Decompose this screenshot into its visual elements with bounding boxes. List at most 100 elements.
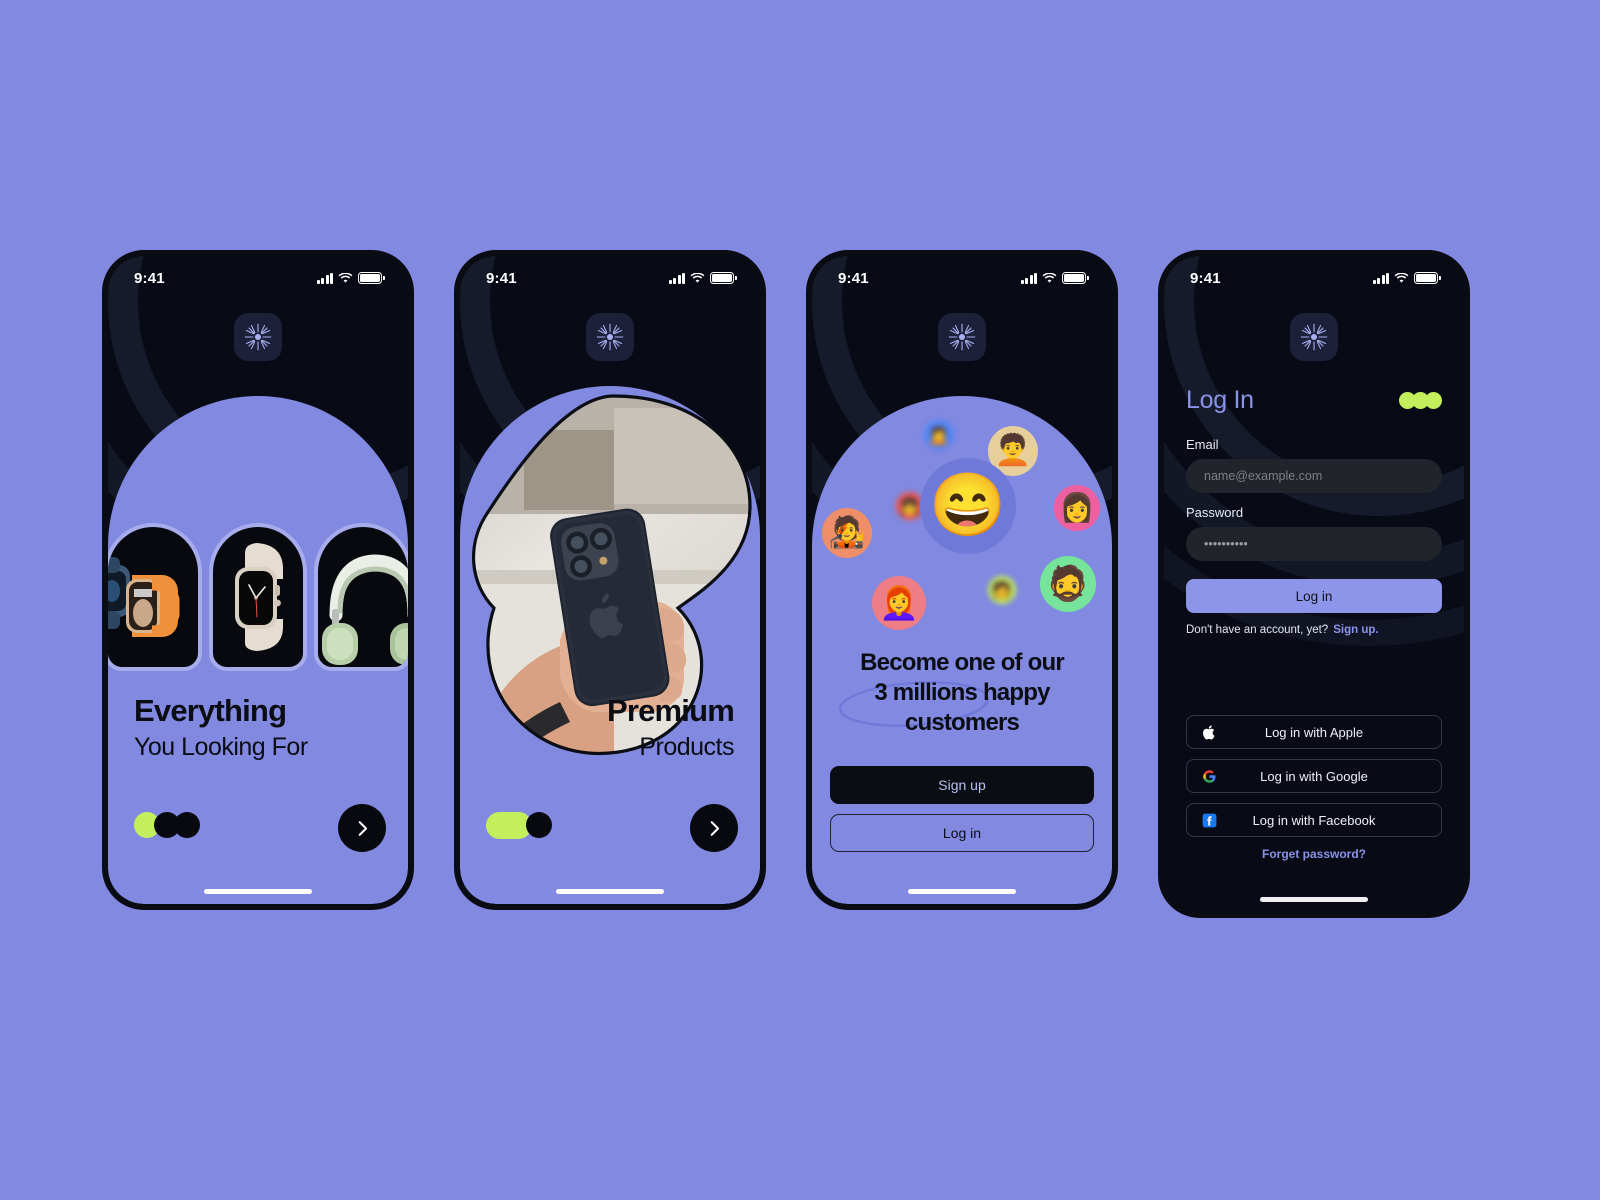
phone-onboarding-3: 9:41 bbox=[806, 250, 1118, 910]
screen-onboarding-1: 9:41 Everything You Looking For bbox=[108, 256, 408, 904]
onboarding-3-headings: Become one of our 3 millions happy custo… bbox=[838, 648, 1086, 737]
screen-login: 9:41 Log In Email name@example.com Passw… bbox=[1164, 256, 1464, 912]
page-title-line-2: 3 millions happy bbox=[874, 678, 1050, 706]
app-logo bbox=[234, 313, 282, 361]
cellular-bars-icon bbox=[1020, 272, 1037, 284]
auth-cta-group: Sign up Log in bbox=[830, 766, 1094, 852]
wifi-icon bbox=[1042, 272, 1057, 283]
avatar-top-blue: 🙍 bbox=[924, 420, 954, 450]
product-card-apple-watch-ultra-orange[interactable] bbox=[108, 523, 202, 671]
status-icons bbox=[1372, 272, 1441, 284]
battery-full-icon bbox=[1062, 272, 1089, 284]
login-with-apple-button[interactable]: Log in with Apple bbox=[1186, 715, 1442, 749]
phone-login: 9:41 Log In Email name@example.com Passw… bbox=[1158, 250, 1470, 918]
wifi-icon bbox=[690, 272, 705, 283]
avatar-left-orange: 🧑‍🎤 bbox=[822, 508, 872, 558]
log-in-button[interactable]: Log in bbox=[830, 814, 1094, 852]
battery-full-icon bbox=[358, 272, 385, 284]
cellular-bars-icon bbox=[1372, 272, 1389, 284]
login-submit-button[interactable]: Log in bbox=[1186, 579, 1442, 613]
starburst-logo-icon bbox=[596, 323, 624, 351]
avatar-small-lime: 🧑 bbox=[988, 576, 1016, 604]
chevron-right-icon bbox=[358, 820, 367, 836]
cellular-bars-icon bbox=[316, 272, 333, 284]
app-logo bbox=[586, 313, 634, 361]
home-indicator bbox=[556, 889, 664, 894]
product-card-row bbox=[108, 523, 408, 671]
pagination-dot-3[interactable] bbox=[174, 812, 200, 838]
apple-watch-ultra-image bbox=[108, 557, 180, 637]
login-form: Log In Email Password Log in Don't have … bbox=[1186, 386, 1442, 636]
phone-mockup-row: 9:41 Everything You Looking For 9:41 Pre… bbox=[102, 250, 1472, 920]
apple-watch-starlight-image bbox=[235, 543, 283, 651]
pagination-dots[interactable] bbox=[134, 810, 200, 840]
status-time: 9:41 bbox=[134, 269, 165, 287]
next-button[interactable] bbox=[690, 804, 738, 852]
home-indicator bbox=[1260, 897, 1368, 902]
screen-onboarding-2: 9:41 Premium Products bbox=[460, 256, 760, 904]
login-with-facebook-button[interactable]: Log in with Facebook bbox=[1186, 803, 1442, 837]
onboarding-2-headings: Premium Products bbox=[486, 693, 735, 762]
avatar-center: 😄 bbox=[920, 458, 1016, 554]
sign-up-button[interactable]: Sign up bbox=[830, 766, 1094, 804]
next-button[interactable] bbox=[338, 804, 386, 852]
status-bar: 9:41 bbox=[108, 256, 408, 300]
home-indicator bbox=[204, 889, 312, 894]
starburst-logo-icon bbox=[244, 323, 272, 351]
app-logo bbox=[938, 313, 986, 361]
product-card-apple-watch-starlight[interactable] bbox=[209, 523, 307, 671]
page-title: Everything bbox=[134, 693, 287, 728]
green-dots-decoration bbox=[1399, 392, 1442, 409]
status-time: 9:41 bbox=[486, 269, 517, 287]
login-header-row: Log In bbox=[1186, 386, 1442, 415]
status-time: 9:41 bbox=[1190, 269, 1221, 287]
battery-full-icon bbox=[710, 272, 737, 284]
chevron-right-icon bbox=[710, 820, 719, 836]
airpods-max-image bbox=[322, 554, 408, 665]
signup-prompt-text: Don't have an account, yet? bbox=[1186, 624, 1329, 636]
page-subtitle: You Looking For bbox=[134, 733, 308, 762]
page-title-line-1: Become one of our bbox=[860, 649, 1065, 676]
app-logo bbox=[1290, 313, 1338, 361]
page-title: Log In bbox=[1186, 386, 1254, 414]
wifi-icon bbox=[338, 272, 353, 283]
starburst-logo-icon bbox=[1300, 323, 1328, 351]
phone-onboarding-1: 9:41 Everything You Looking For bbox=[102, 250, 414, 910]
product-card-airpods-max-green[interactable] bbox=[314, 523, 408, 671]
page-title-line-3: customers bbox=[904, 708, 1020, 736]
screen-onboarding-3: 9:41 bbox=[812, 256, 1112, 904]
cellular-bars-icon bbox=[668, 272, 685, 284]
email-field[interactable] bbox=[1186, 459, 1442, 493]
status-icons bbox=[668, 272, 737, 284]
onboarding-1-headings: Everything You Looking For bbox=[134, 694, 382, 762]
status-icons bbox=[316, 272, 385, 284]
starburst-logo-icon bbox=[948, 323, 976, 351]
forgot-password-link[interactable]: Forget password? bbox=[1186, 847, 1442, 861]
page-title: Premium bbox=[606, 693, 735, 728]
battery-full-icon bbox=[1414, 272, 1441, 284]
wifi-icon bbox=[1394, 272, 1409, 283]
password-label: Password bbox=[1186, 505, 1244, 520]
social-login-group: Log in with Apple Log in with Google Log… bbox=[1186, 715, 1442, 861]
status-icons bbox=[1020, 272, 1089, 284]
status-bar: 9:41 bbox=[460, 256, 760, 300]
phone-onboarding-2: 9:41 Premium Products bbox=[454, 250, 766, 910]
page-subtitle: Products bbox=[639, 733, 734, 762]
status-bar: 9:41 bbox=[812, 256, 1112, 300]
login-with-google-button[interactable]: Log in with Google bbox=[1186, 759, 1442, 793]
login-with-apple-label: Log in with Apple bbox=[1264, 724, 1364, 740]
login-with-google-label: Log in with Google bbox=[1260, 768, 1368, 784]
status-bar: 9:41 bbox=[1164, 256, 1464, 300]
customer-avatar-cluster: 🧑‍🎤 👧 🙍 🧑‍🦱 👩 😄 🧑 🧔 👩‍🦰 bbox=[812, 408, 1112, 638]
pagination-dot-3[interactable] bbox=[526, 812, 552, 838]
status-time: 9:41 bbox=[838, 269, 869, 287]
avatar-bottom-rose: 👩‍🦰 bbox=[872, 576, 926, 630]
signup-prompt-row: Don't have an account, yet? Sign up. bbox=[1186, 624, 1442, 636]
signup-link[interactable]: Sign up. bbox=[1333, 624, 1378, 636]
avatar-right-green: 🧔 bbox=[1040, 556, 1096, 612]
pagination-dots[interactable] bbox=[486, 810, 552, 840]
avatar-right-pink: 👩 bbox=[1054, 485, 1100, 531]
login-with-facebook-label: Log in with Facebook bbox=[1252, 812, 1376, 828]
home-indicator bbox=[908, 889, 1016, 894]
password-field[interactable] bbox=[1186, 527, 1442, 561]
